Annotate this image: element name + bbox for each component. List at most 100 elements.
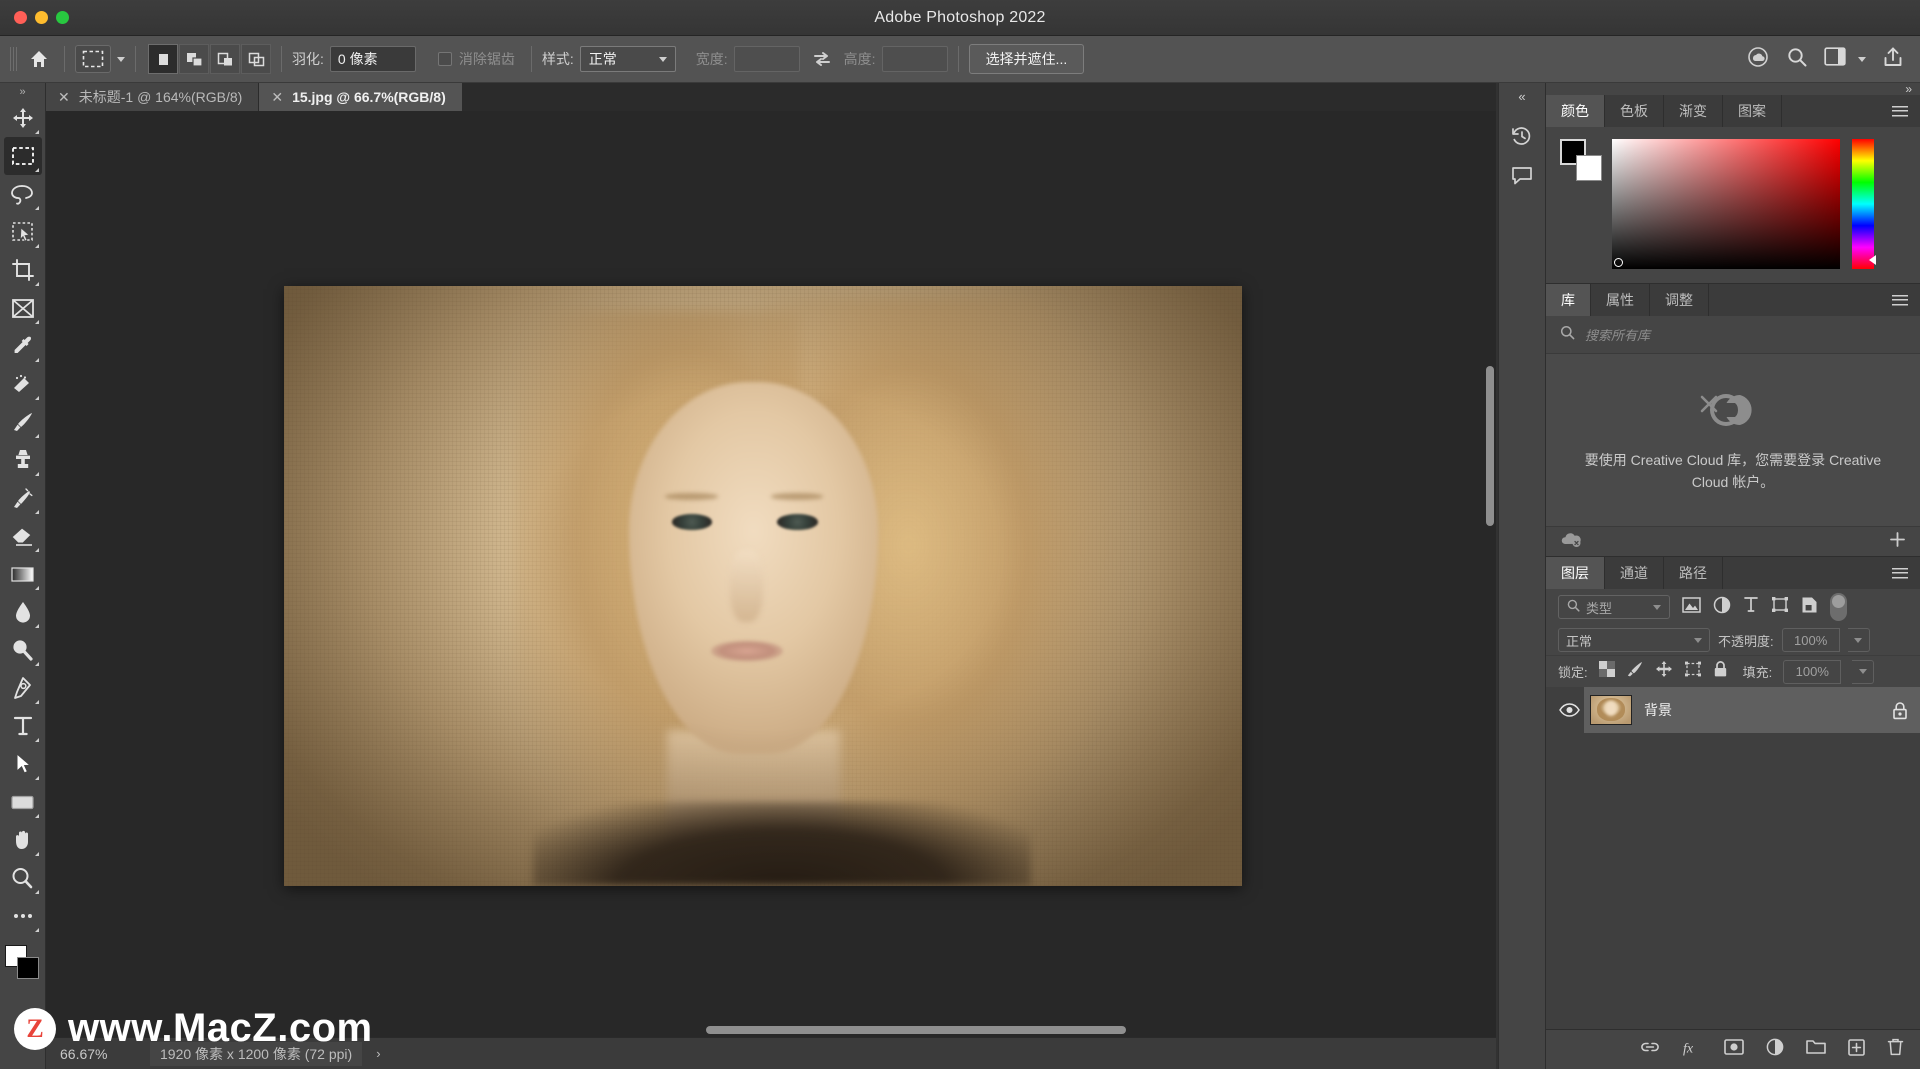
options-bar-grip[interactable] — [10, 47, 18, 71]
height-input[interactable] — [882, 46, 948, 72]
add-icon[interactable] — [1889, 531, 1906, 553]
tools-panel-grip[interactable]: » — [14, 87, 32, 97]
marquee-tool-selector[interactable] — [75, 45, 125, 73]
panel-menu-button[interactable] — [1892, 284, 1920, 316]
style-select[interactable]: 正常 — [580, 46, 676, 72]
filter-type-icon[interactable] — [1743, 596, 1759, 618]
path-selection-tool[interactable] — [4, 745, 42, 783]
cloud-offline-icon[interactable] — [1560, 531, 1582, 552]
color-picker-field[interactable] — [1612, 139, 1840, 269]
intersect-with-selection-button[interactable] — [241, 44, 271, 74]
fill-value[interactable]: 100% — [1783, 660, 1841, 684]
workspace-switcher[interactable] — [1824, 47, 1866, 71]
blur-tool[interactable] — [4, 593, 42, 631]
tab-patterns[interactable]: 图案 — [1723, 95, 1782, 127]
home-tool-icon[interactable] — [24, 44, 54, 74]
layer-item-background[interactable]: 背景 — [1584, 687, 1920, 733]
new-layer-icon[interactable] — [1848, 1039, 1865, 1061]
swap-arrows-icon[interactable] — [812, 50, 832, 68]
libraries-search-row[interactable]: 搜索所有库 — [1546, 316, 1920, 354]
tab-gradients[interactable]: 渐变 — [1664, 95, 1723, 127]
history-icon[interactable] — [1502, 116, 1542, 156]
rectangle-tool[interactable] — [4, 783, 42, 821]
color-picker-marker[interactable] — [1614, 258, 1623, 267]
background-color-swatch[interactable] — [17, 957, 39, 979]
layer-row[interactable]: 背景 — [1546, 687, 1920, 733]
close-icon[interactable]: ✕ — [58, 90, 70, 104]
layer-name[interactable]: 背景 — [1644, 700, 1880, 720]
collapse-chevrons-icon[interactable]: » — [1905, 82, 1912, 96]
close-icon[interactable]: ✕ — [271, 90, 283, 104]
filter-shape-icon[interactable] — [1771, 596, 1789, 618]
pen-tool[interactable] — [4, 669, 42, 707]
new-adjustment-layer-icon[interactable] — [1766, 1038, 1784, 1061]
canvas-area[interactable] — [46, 111, 1496, 1037]
tab-layers[interactable]: 图层 — [1546, 557, 1605, 589]
filter-adjustment-icon[interactable] — [1713, 596, 1731, 619]
hue-slider[interactable] — [1852, 139, 1874, 269]
lock-image-pixels-icon[interactable] — [1626, 660, 1644, 683]
rectangular-marquee-icon[interactable] — [75, 45, 111, 73]
new-selection-button[interactable] — [148, 44, 178, 74]
document-tab-0[interactable]: ✕ 未标题-1 @ 164%(RGB/8) — [46, 83, 259, 111]
new-group-icon[interactable] — [1806, 1039, 1826, 1060]
antialias-checkbox-group[interactable]: 消除锯齿 — [438, 49, 521, 69]
antialias-checkbox[interactable] — [438, 52, 452, 66]
filter-enable-toggle[interactable] — [1830, 593, 1847, 621]
hue-slider-marker[interactable] — [1869, 255, 1876, 265]
select-and-mask-button[interactable]: 选择并遮住... — [969, 44, 1085, 74]
lock-icon[interactable] — [1892, 701, 1908, 720]
panel-menu-button[interactable] — [1892, 557, 1920, 589]
lock-artboard-icon[interactable] — [1684, 661, 1702, 682]
type-tool[interactable] — [4, 707, 42, 745]
tab-channels[interactable]: 通道 — [1605, 557, 1664, 589]
eyedropper-tool[interactable] — [4, 327, 42, 365]
move-tool[interactable] — [4, 99, 42, 137]
libraries-search-input[interactable]: 搜索所有库 — [1585, 325, 1650, 344]
rectangular-marquee-tool[interactable] — [4, 137, 42, 175]
frame-tool[interactable] — [4, 289, 42, 327]
lock-all-icon[interactable] — [1713, 660, 1728, 683]
filter-image-icon[interactable] — [1682, 597, 1701, 618]
blend-mode-select[interactable]: 正常 — [1558, 628, 1710, 652]
hand-tool[interactable] — [4, 821, 42, 859]
document-canvas[interactable] — [284, 286, 1242, 886]
tab-paths[interactable]: 路径 — [1664, 557, 1723, 589]
spot-healing-brush-tool[interactable] — [4, 365, 42, 403]
lasso-tool[interactable] — [4, 175, 42, 213]
add-layer-mask-icon[interactable] — [1724, 1039, 1744, 1060]
add-to-selection-button[interactable] — [179, 44, 209, 74]
crop-tool[interactable] — [4, 251, 42, 289]
chevron-right-icon[interactable]: › — [376, 1046, 380, 1061]
cloud-sync-icon[interactable] — [1746, 46, 1770, 73]
edit-toolbar-tool[interactable] — [4, 897, 42, 935]
fill-stepper[interactable] — [1852, 660, 1874, 684]
zoom-tool[interactable] — [4, 859, 42, 897]
object-selection-tool[interactable] — [4, 213, 42, 251]
tab-properties[interactable]: 属性 — [1591, 284, 1650, 316]
color-panel-swatches[interactable] — [1560, 139, 1600, 179]
zoom-level[interactable]: 66.67% — [60, 1046, 136, 1062]
brush-tool[interactable] — [4, 403, 42, 441]
layer-filter-type-select[interactable]: 类型 — [1558, 595, 1670, 619]
subtract-from-selection-button[interactable] — [210, 44, 240, 74]
feather-input[interactable]: 0 像素 — [330, 46, 416, 72]
delete-layer-icon[interactable] — [1887, 1038, 1904, 1061]
opacity-value[interactable]: 100% — [1782, 628, 1840, 652]
chevron-down-icon[interactable] — [117, 57, 125, 62]
tab-color[interactable]: 颜色 — [1546, 95, 1605, 127]
foreground-background-colors[interactable] — [3, 943, 43, 983]
background-color-swatch[interactable] — [1576, 155, 1602, 181]
link-layers-icon[interactable] — [1640, 1040, 1660, 1059]
filter-smart-object-icon[interactable] — [1801, 596, 1818, 619]
layers-list[interactable]: 背景 — [1546, 687, 1920, 1029]
share-icon[interactable] — [1882, 46, 1904, 73]
clone-stamp-tool[interactable] — [4, 441, 42, 479]
history-brush-tool[interactable] — [4, 479, 42, 517]
lock-transparent-pixels-icon[interactable] — [1599, 661, 1615, 682]
gradient-tool[interactable] — [4, 555, 42, 593]
tab-libraries[interactable]: 库 — [1546, 284, 1591, 316]
eye-icon[interactable] — [1554, 703, 1584, 717]
eraser-tool[interactable] — [4, 517, 42, 555]
lock-position-icon[interactable] — [1655, 660, 1673, 683]
